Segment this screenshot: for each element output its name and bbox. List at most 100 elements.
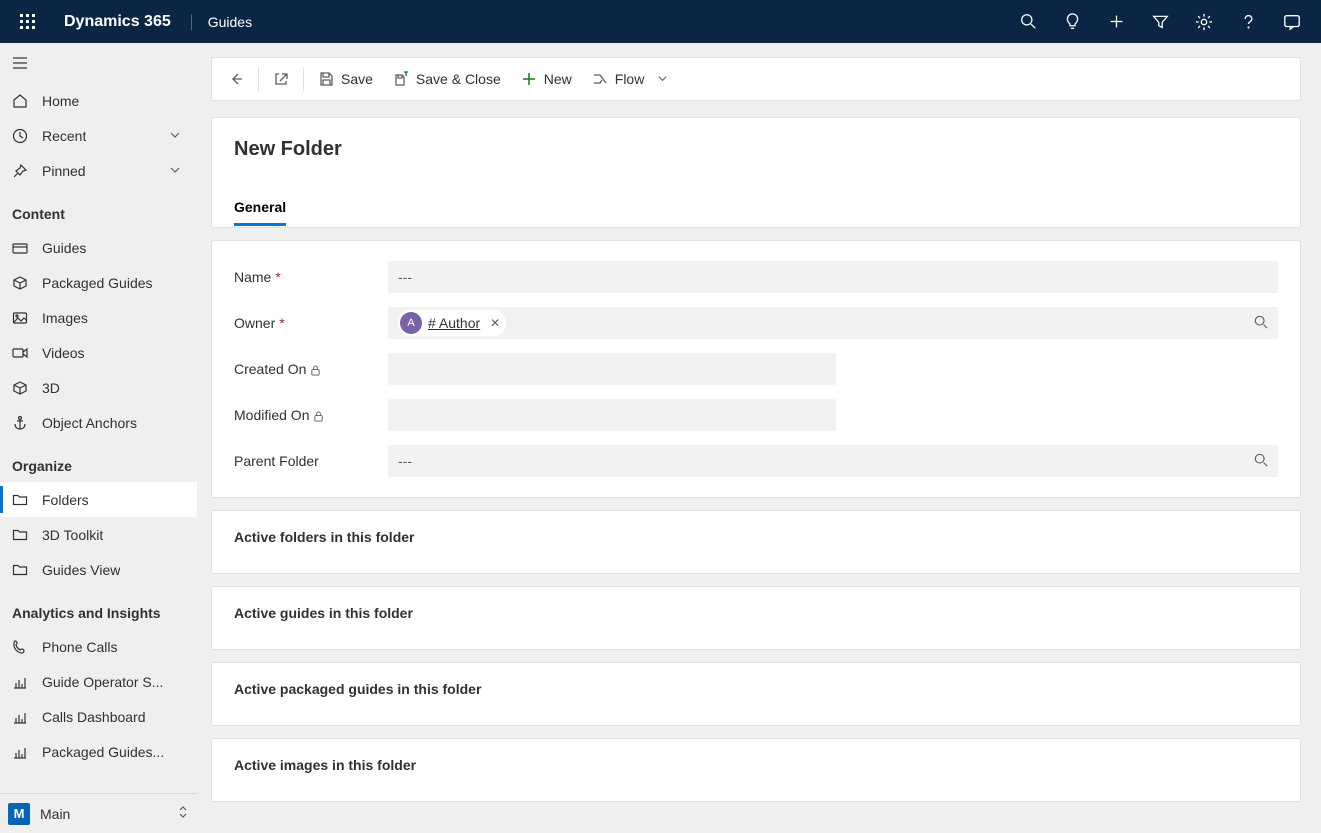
updown-icon (177, 805, 189, 822)
popout-button[interactable] (263, 58, 299, 100)
sidebar-toggle[interactable] (0, 43, 197, 83)
lock-icon (313, 409, 325, 421)
parent-folder-lookup[interactable]: --- (388, 445, 1278, 477)
required-marker: * (275, 269, 280, 285)
section-active-images: Active images in this folder (211, 738, 1301, 802)
sidebar-item-label: 3D (42, 380, 60, 396)
save-label: Save (341, 71, 373, 87)
global-header: Dynamics 365 Guides (0, 0, 1321, 43)
header-left: Dynamics 365 Guides (8, 0, 252, 43)
area-switcher[interactable]: M Main (0, 793, 197, 833)
sidebar-item-label: Phone Calls (42, 639, 118, 655)
sidebar-item-guides-view[interactable]: Guides View (0, 552, 197, 587)
video-icon (12, 345, 28, 361)
sidebar-section-analytics: Analytics and Insights (0, 587, 197, 629)
record-title: New Folder (234, 138, 1278, 161)
chart-icon (12, 744, 28, 760)
section-title: Active guides in this folder (234, 605, 1278, 621)
field-row-owner: Owner * A # Author ✕ (234, 307, 1278, 339)
sidebar-item-3d-toolkit[interactable]: 3D Toolkit (0, 517, 197, 552)
form-section-general: Name * --- Owner * A # Author ✕ (211, 240, 1301, 498)
folder-icon (12, 562, 28, 578)
app-subtitle[interactable]: Guides (191, 14, 252, 30)
sidebar-item-label: Calls Dashboard (42, 709, 146, 725)
owner-lookup[interactable]: A # Author ✕ (388, 307, 1278, 339)
tab-general[interactable]: General (234, 191, 286, 226)
separator (303, 67, 304, 91)
assistant-icon[interactable] (1271, 0, 1313, 43)
sidebar-item-videos[interactable]: Videos (0, 335, 197, 370)
field-label: Parent Folder (234, 453, 388, 469)
sidebar-item-label: Guides View (42, 562, 120, 578)
lightbulb-icon[interactable] (1051, 0, 1093, 43)
field-label: Modified On (234, 407, 388, 423)
help-icon[interactable] (1227, 0, 1269, 43)
sidebar-item-packaged-guides[interactable]: Packaged Guides (0, 265, 197, 300)
plus-icon[interactable] (1095, 0, 1137, 43)
chevron-down-icon (657, 71, 668, 87)
section-title: Active packaged guides in this folder (234, 681, 1278, 697)
field-row-created: Created On (234, 353, 1278, 385)
tabs: General (234, 191, 1278, 227)
section-title: Active images in this folder (234, 757, 1278, 773)
sidebar-item-label: Recent (42, 128, 86, 144)
avatar: A (400, 312, 422, 334)
owner-link[interactable]: # Author (428, 315, 480, 331)
chevron-down-icon (169, 128, 181, 144)
save-close-button[interactable]: Save & Close (383, 58, 511, 100)
section-active-folders: Active folders in this folder (211, 510, 1301, 574)
sidebar-item-guides[interactable]: Guides (0, 230, 197, 265)
area-name: Main (40, 806, 70, 822)
field-row-name: Name * --- (234, 261, 1278, 293)
package-icon (12, 275, 28, 291)
sidebar: Home Recent Pinned Content Guides Packag… (0, 43, 197, 833)
sidebar-item-images[interactable]: Images (0, 300, 197, 335)
field-label: Owner * (234, 315, 388, 331)
sidebar-item-recent[interactable]: Recent (0, 118, 197, 153)
new-label: New (544, 71, 572, 87)
app-launcher-button[interactable] (8, 0, 48, 43)
home-icon (12, 93, 28, 109)
sidebar-item-3d[interactable]: 3D (0, 370, 197, 405)
gear-icon[interactable] (1183, 0, 1225, 43)
modified-on-field (388, 399, 836, 431)
save-icon (318, 71, 334, 87)
flow-button[interactable]: Flow (582, 58, 679, 100)
required-marker: * (279, 315, 284, 331)
card-icon (12, 240, 28, 256)
section-active-guides: Active guides in this folder (211, 586, 1301, 650)
owner-chip: A # Author ✕ (398, 310, 506, 336)
clock-icon (12, 128, 28, 144)
save-button[interactable]: Save (308, 58, 383, 100)
sidebar-item-label: 3D Toolkit (42, 527, 103, 543)
section-title: Active folders in this folder (234, 529, 1278, 545)
field-label: Name * (234, 269, 388, 285)
image-icon (12, 310, 28, 326)
sidebar-item-calls-dashboard[interactable]: Calls Dashboard (0, 699, 197, 734)
cube-icon (12, 380, 28, 396)
sidebar-item-folders[interactable]: Folders (0, 482, 197, 517)
back-button[interactable] (218, 58, 254, 100)
sidebar-item-pinned[interactable]: Pinned (0, 153, 197, 188)
sidebar-item-home[interactable]: Home (0, 83, 197, 118)
search-icon[interactable] (1254, 453, 1268, 470)
filter-icon[interactable] (1139, 0, 1181, 43)
sidebar-item-guide-operator[interactable]: Guide Operator S... (0, 664, 197, 699)
lock-icon (310, 363, 322, 375)
save-close-icon (393, 71, 409, 87)
sidebar-item-object-anchors[interactable]: Object Anchors (0, 405, 197, 440)
sidebar-item-packaged-guides-dash[interactable]: Packaged Guides... (0, 734, 197, 769)
field-row-parent: Parent Folder --- (234, 445, 1278, 477)
search-icon[interactable] (1007, 0, 1049, 43)
name-input[interactable]: --- (388, 261, 1278, 293)
remove-owner-button[interactable]: ✕ (490, 316, 500, 330)
sidebar-item-label: Videos (42, 345, 85, 361)
search-icon[interactable] (1254, 315, 1268, 332)
phone-icon (12, 639, 28, 655)
command-bar: Save Save & Close New Flow (211, 57, 1301, 101)
sidebar-item-phone-calls[interactable]: Phone Calls (0, 629, 197, 664)
new-button[interactable]: New (511, 58, 582, 100)
folder-icon (12, 527, 28, 543)
popout-icon (273, 71, 289, 87)
flow-label: Flow (615, 71, 645, 87)
